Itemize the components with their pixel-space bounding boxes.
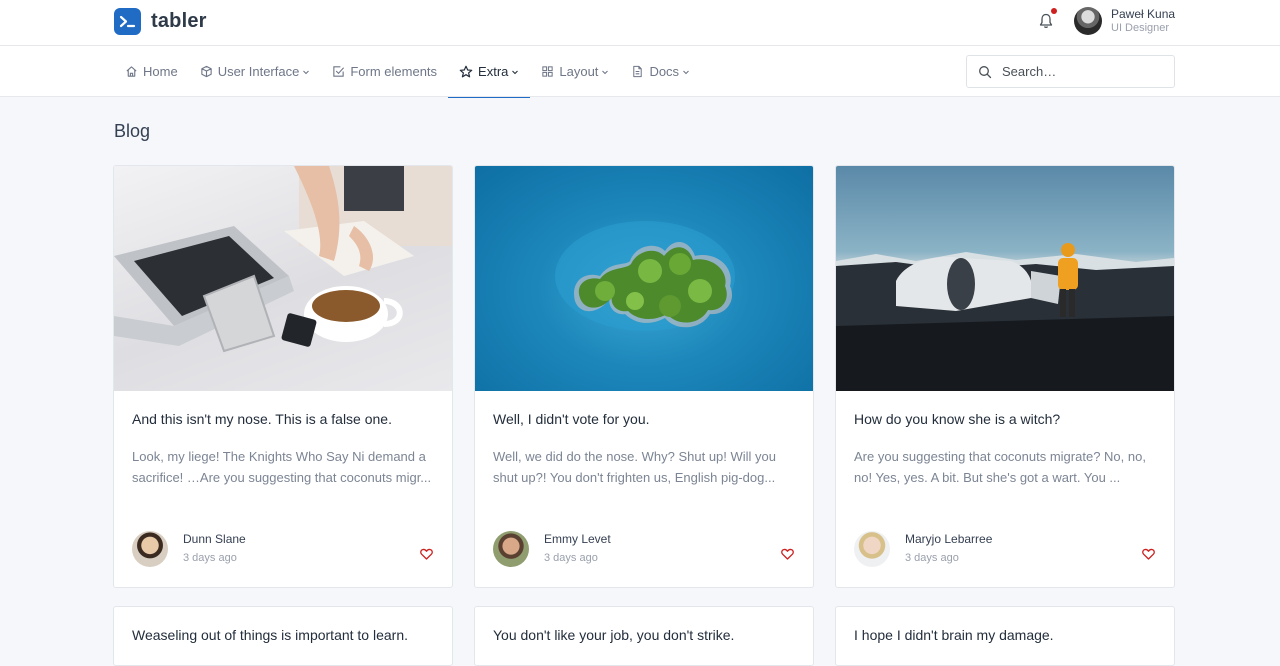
- post-title[interactable]: You don't like your job, you don't strik…: [493, 627, 734, 643]
- post-image: [836, 166, 1174, 391]
- box-icon: [200, 65, 212, 78]
- blog-card[interactable]: I hope I didn't brain my damage.: [835, 606, 1175, 666]
- nav-item-extra[interactable]: Extra: [448, 46, 531, 98]
- blog-card[interactable]: How do you know she is a witch? Are you …: [835, 165, 1175, 588]
- avatar: [132, 531, 168, 567]
- nav-label: Layout: [559, 64, 599, 79]
- file-icon: [633, 65, 643, 78]
- post-time: 3 days ago: [905, 552, 959, 564]
- post-excerpt: Are you suggesting that coconuts migrate…: [854, 449, 1146, 485]
- post-time: 3 days ago: [544, 552, 598, 564]
- nav-item-user-interface[interactable]: User Interface: [189, 46, 322, 97]
- post-title[interactable]: How do you know she is a witch?: [854, 411, 1060, 427]
- nav-item-docs[interactable]: Docs: [620, 46, 701, 97]
- post-author[interactable]: Emmy Levet 3 days ago: [493, 531, 611, 567]
- chevron-down-icon: [602, 70, 609, 74]
- main-navbar: Home User Interface Form elements Extra …: [0, 46, 1280, 98]
- page-title: Blog: [114, 121, 151, 141]
- nav-item-layout[interactable]: Layout: [530, 46, 620, 97]
- bell-icon[interactable]: [1038, 12, 1054, 30]
- post-excerpt: Well, we did do the nose. Why? Shut up! …: [493, 449, 777, 485]
- search-box[interactable]: [966, 55, 1175, 88]
- post-time: 3 days ago: [183, 552, 237, 564]
- post-title[interactable]: Well, I didn't vote for you.: [493, 411, 650, 427]
- notification-dot: [1051, 8, 1057, 14]
- check-square-icon: [333, 66, 345, 77]
- star-icon: [459, 65, 473, 77]
- blog-card[interactable]: Weaseling out of things is important to …: [113, 606, 453, 666]
- heart-icon[interactable]: [781, 548, 794, 560]
- brand[interactable]: tabler: [114, 8, 207, 35]
- nav-label: Form elements: [350, 64, 438, 79]
- avatar: [1074, 7, 1102, 35]
- avatar: [493, 531, 529, 567]
- author-name: Dunn Slane: [183, 532, 246, 546]
- brand-name: tabler: [151, 10, 207, 32]
- post-excerpt: Look, my liege! The Knights Who Say Ni d…: [132, 449, 432, 485]
- nav-label: Extra: [478, 64, 509, 79]
- post-title[interactable]: I hope I didn't brain my damage.: [854, 627, 1054, 643]
- avatar: [854, 531, 890, 567]
- home-icon: [126, 66, 137, 77]
- heart-icon[interactable]: [1142, 548, 1155, 560]
- grid-icon: [542, 66, 554, 77]
- chevron-down-icon: [303, 70, 310, 74]
- nav-label: Docs: [649, 64, 680, 79]
- nav-label: Home: [143, 64, 178, 79]
- search-input[interactable]: [1002, 64, 1162, 79]
- heart-icon[interactable]: [420, 548, 433, 560]
- user-name: Paweł Kuna: [1111, 7, 1176, 21]
- post-title[interactable]: Weaseling out of things is important to …: [132, 627, 408, 643]
- user-role: UI Designer: [1111, 22, 1170, 34]
- user-menu[interactable]: Paweł Kuna UI Designer: [1074, 7, 1175, 35]
- post-author[interactable]: Maryjo Lebarree 3 days ago: [854, 531, 992, 567]
- nav-menu: Home User Interface Form elements Extra …: [114, 46, 701, 98]
- top-header: tabler Paweł Kuna UI Designer: [0, 0, 1280, 46]
- blog-card[interactable]: You don't like your job, you don't strik…: [474, 606, 814, 666]
- author-name: Maryjo Lebarree: [905, 532, 993, 546]
- search-icon: [979, 65, 992, 78]
- author-name: Emmy Levet: [544, 532, 611, 546]
- blog-card[interactable]: And this isn't my nose. This is a false …: [113, 165, 453, 588]
- terminal-logo-icon: [114, 8, 141, 35]
- nav-item-home[interactable]: Home: [114, 46, 189, 97]
- chevron-down-icon: [512, 70, 519, 74]
- post-author[interactable]: Dunn Slane 3 days ago: [132, 531, 246, 567]
- nav-item-form-elements[interactable]: Form elements: [321, 46, 448, 97]
- post-image: [475, 166, 813, 391]
- nav-label: User Interface: [217, 64, 300, 79]
- post-image: [114, 166, 452, 391]
- blog-card[interactable]: Well, I didn't vote for you. Well, we di…: [474, 165, 814, 588]
- post-title[interactable]: And this isn't my nose. This is a false …: [132, 411, 392, 427]
- chevron-down-icon: [683, 70, 689, 74]
